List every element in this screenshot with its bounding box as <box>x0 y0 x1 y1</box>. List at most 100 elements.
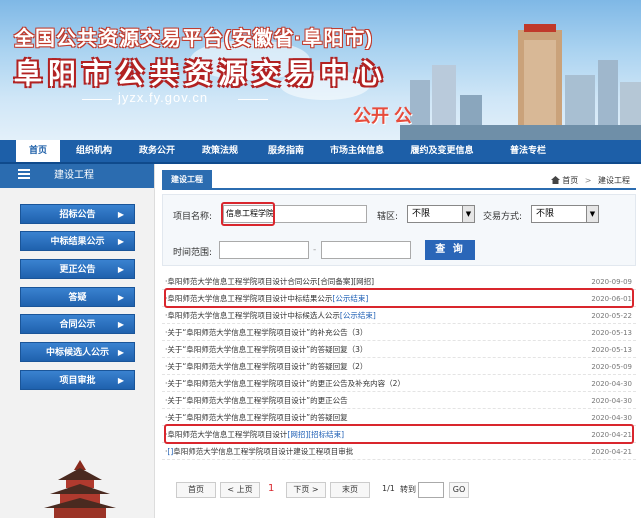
result-title[interactable]: 阜阳师范大学信息工程学院项目设计建设工程项目审批 <box>173 447 353 456</box>
goto-label: 转到 <box>400 485 416 494</box>
nav-performance-changes[interactable]: 履约及变更信息 <box>400 140 484 162</box>
sidebar-item-approval[interactable]: 项目审批 ▶ <box>20 370 135 390</box>
district-select[interactable]: 不限 ▼ <box>407 205 475 223</box>
query-button[interactable]: 查 询 <box>425 240 475 260</box>
main-content: 建设工程 首页 > 建设工程 项目名称: 信息工程学院 辖区: 不限 ▼ 交易方式… <box>162 170 636 518</box>
result-suffix: [网招] <box>353 277 375 286</box>
time-end-input[interactable] <box>321 241 411 259</box>
sidebar-item-label: 招标公告 <box>59 210 96 220</box>
arrow-right-icon: ▶ <box>117 237 124 246</box>
platform-title: 全国公共资源交易平台(安徽省·阜阳市) <box>14 28 373 50</box>
result-date: 2020-05-22 <box>591 312 632 320</box>
goto-page-input[interactable] <box>418 482 444 498</box>
result-date: 2020-05-13 <box>591 346 632 354</box>
last-page-button[interactable]: 末页 <box>330 482 370 498</box>
next-page-button[interactable]: 下页 > <box>286 482 326 498</box>
sidebar-item-correction[interactable]: 更正公告 ▶ <box>20 259 135 279</box>
sidebar-item-tender-notice[interactable]: 招标公告 ▶ <box>20 204 135 224</box>
result-date: 2020-04-21 <box>591 448 632 456</box>
sidebar-item-candidates[interactable]: 中标候选人公示 ▶ <box>20 342 135 362</box>
nav-home[interactable]: 首页 <box>16 140 60 162</box>
site-url: jyzx.fy.gov.cn <box>118 90 209 105</box>
chevron-down-icon: ▼ <box>586 206 598 222</box>
trade-mode-label: 交易方式: <box>483 212 523 222</box>
banner-tagline: 公开 公 <box>353 106 413 126</box>
breadcrumb: 首页 > 建设工程 <box>551 175 630 186</box>
nav-gov-affairs[interactable]: 政务公开 <box>130 140 184 162</box>
result-title[interactable]: 关于“阜阳师范大学信息工程学院项目设计”的更正公告 <box>167 396 347 405</box>
time-start-input[interactable] <box>219 241 309 259</box>
sidebar-item-label: 更正公告 <box>59 265 96 275</box>
list-item[interactable]: ·阜阳师范大学信息工程学院项目设计中标候选人公示[公示结束] 2020-05-22 <box>162 308 636 324</box>
sidebar-item-qa[interactable]: 答疑 ▶ <box>20 287 135 307</box>
search-panel: 项目名称: 信息工程学院 辖区: 不限 ▼ 交易方式: 不限 ▼ 时间范围: - 查… <box>162 194 636 266</box>
arrow-right-icon: ▶ <box>117 210 124 219</box>
nav-service-guide[interactable]: 服务指南 <box>258 140 314 162</box>
sidebar-item-label: 答疑 <box>68 293 87 303</box>
url-divider <box>82 99 112 100</box>
list-item[interactable]: ·关于“阜阳师范大学信息工程学院项目设计”的答疑回复（3） 2020-05-13 <box>162 342 636 358</box>
time-range-label: 时间范围: <box>173 248 213 258</box>
list-item[interactable]: ·关于“阜阳师范大学信息工程学院项目设计”的更正公告及补充内容（2） 2020-0… <box>162 376 636 392</box>
nav-market-entities[interactable]: 市场主体信息 <box>322 140 392 162</box>
district-label: 辖区: <box>377 212 399 222</box>
nav-legal-column[interactable]: 普法专栏 <box>500 140 556 162</box>
city-skyline-image <box>400 24 641 140</box>
result-title[interactable]: 关于“阜阳师范大学信息工程学院项目设计”的补充公告（3） <box>167 328 367 337</box>
highlight-box <box>164 288 634 308</box>
page-info: 1/1 <box>382 484 395 493</box>
sidebar-item-label: 中标候选人公示 <box>45 348 109 358</box>
arrow-right-icon: ▶ <box>117 348 124 357</box>
go-button[interactable]: GO <box>449 482 469 498</box>
result-date: 2020-04-30 <box>591 380 632 388</box>
pagoda-image <box>44 460 116 518</box>
result-title[interactable]: 关于“阜阳师范大学信息工程学院项目设计”的答疑回复（2） <box>167 362 367 371</box>
result-title[interactable]: 关于“阜阳师范大学信息工程学院项目设计”的答疑回复 <box>167 413 347 422</box>
result-title[interactable]: 阜阳师范大学信息工程学院项目设计合同公示 <box>167 277 317 286</box>
trade-mode-select-value: 不限 <box>536 209 555 219</box>
header-banner: 全国公共资源交易平台(安徽省·阜阳市) 阜阳市公共资源交易中心 jyzx.fy.… <box>0 0 641 140</box>
result-date: 2020-05-09 <box>591 363 632 371</box>
sidebar-item-label: 项目审批 <box>59 376 96 386</box>
home-icon <box>551 176 561 184</box>
current-page: 1 <box>268 483 275 494</box>
arrow-right-icon: ▶ <box>117 293 124 302</box>
menu-icon <box>18 169 30 179</box>
highlight-box <box>164 424 634 444</box>
result-title[interactable]: 关于“阜阳师范大学信息工程学院项目设计”的更正公告及补充内容（2） <box>167 379 405 388</box>
center-title: 阜阳市公共资源交易中心 <box>14 58 389 89</box>
result-date: 2020-05-13 <box>591 329 632 337</box>
chevron-down-icon: ▼ <box>462 206 474 222</box>
arrow-right-icon: ▶ <box>117 320 124 329</box>
tab-construction[interactable]: 建设工程 <box>162 170 212 190</box>
sidebar-item-award-result[interactable]: 中标结果公示 ▶ <box>20 231 135 251</box>
result-tag: [合同备案] <box>317 277 354 286</box>
arrow-right-icon: ▶ <box>117 265 124 274</box>
arrow-right-icon: ▶ <box>117 376 124 385</box>
trade-mode-select[interactable]: 不限 ▼ <box>531 205 599 223</box>
content-tabbar: 建设工程 首页 > 建设工程 <box>162 170 636 190</box>
highlight-box <box>221 202 275 226</box>
sidebar: 建设工程 招标公告 ▶ 中标结果公示 ▶ 更正公告 ▶ 答疑 ▶ 合同公示 ▶ 中标候选人… <box>0 164 155 518</box>
result-title[interactable]: 关于“阜阳师范大学信息工程学院项目设计”的答疑回复（3） <box>167 345 367 354</box>
first-page-button[interactable]: 首页 <box>176 482 216 498</box>
district-select-value: 不限 <box>412 209 431 219</box>
result-title[interactable]: 阜阳师范大学信息工程学院项目设计中标候选人公示 <box>167 311 340 320</box>
list-item[interactable]: ·关于“阜阳师范大学信息工程学院项目设计”的补充公告（3） 2020-05-13 <box>162 325 636 341</box>
nav-policies[interactable]: 政策法规 <box>192 140 248 162</box>
list-item[interactable]: ·关于“阜阳师范大学信息工程学院项目设计”的答疑回复（2） 2020-05-09 <box>162 359 636 375</box>
result-tag: [公示结束] <box>339 311 376 320</box>
project-name-label: 项目名称: <box>173 212 213 222</box>
pagination: 首页 < 上页 1 下页 > 末页 1/1 转到 GO <box>162 482 636 500</box>
list-item[interactable]: ·关于“阜阳师范大学信息工程学院项目设计”的更正公告 2020-04-30 <box>162 393 636 409</box>
prev-page-button[interactable]: < 上页 <box>220 482 260 498</box>
sidebar-item-contract[interactable]: 合同公示 ▶ <box>20 314 135 334</box>
time-range-separator: - <box>313 245 317 255</box>
sidebar-header: 建设工程 <box>0 164 154 188</box>
sidebar-header-label: 建设工程 <box>54 170 94 181</box>
breadcrumb-home[interactable]: 首页 <box>562 176 578 185</box>
list-item[interactable]: ·[]阜阳师范大学信息工程学院项目设计建设工程项目审批 2020-04-21 <box>162 444 636 460</box>
nav-organization[interactable]: 组织机构 <box>66 140 122 162</box>
url-divider <box>238 99 268 100</box>
sidebar-item-label: 合同公示 <box>59 320 96 330</box>
